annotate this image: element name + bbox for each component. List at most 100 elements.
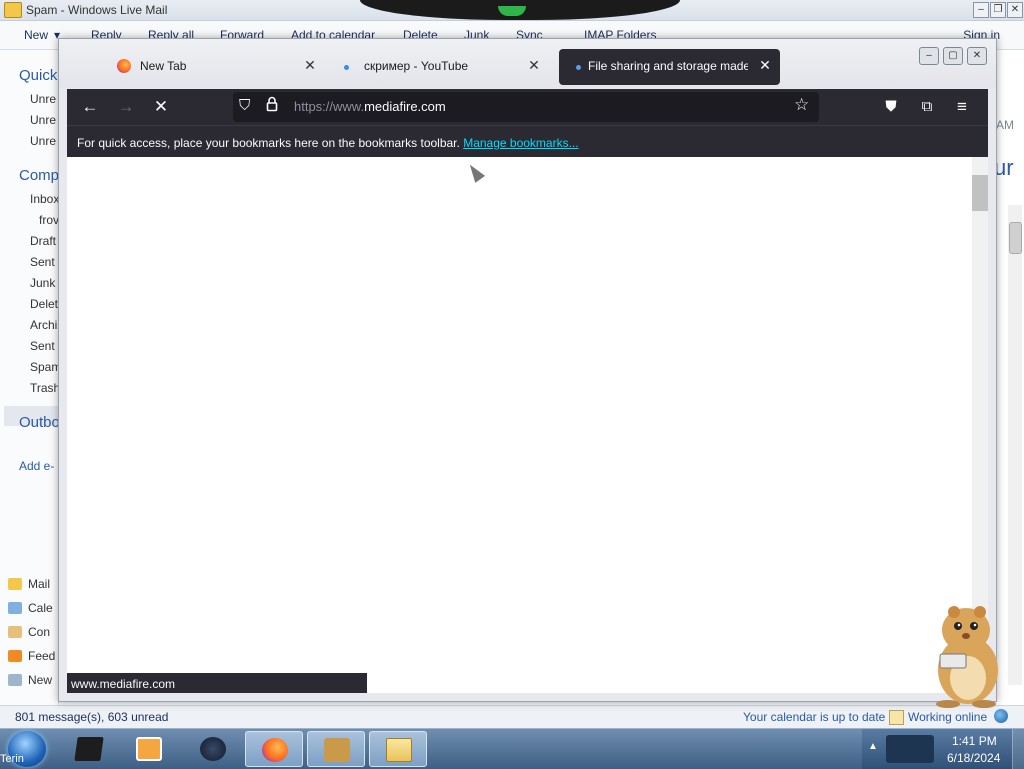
status-url: www.mediafire.com xyxy=(71,677,176,691)
extensions-icon[interactable]: ⧉ xyxy=(913,93,941,121)
tab-mediafire[interactable]: File sharing and storage made s ✕ xyxy=(559,49,780,85)
bookmarks-hint: For quick access, place your bookmarks h… xyxy=(77,136,579,150)
quick-view-item[interactable]: Unre xyxy=(30,134,56,148)
contacts-icon xyxy=(8,626,22,638)
folder-item[interactable]: Draft xyxy=(30,234,56,248)
quick-view-item[interactable]: Unre xyxy=(30,92,56,106)
menu-icon[interactable]: ≡ xyxy=(948,93,976,121)
start-label: Terin xyxy=(0,753,24,765)
forward-arrow-icon[interactable]: → xyxy=(112,93,140,121)
url-host: mediafire.com xyxy=(364,99,446,114)
folder-item[interactable]: Sent xyxy=(30,339,55,353)
clock-date[interactable]: 6/18/2024 xyxy=(947,751,1000,765)
feeds-icon xyxy=(8,650,22,662)
nav-mail[interactable]: Mail xyxy=(8,577,58,595)
mail-app-icon xyxy=(4,2,22,18)
folder-item[interactable]: Sent xyxy=(30,255,55,269)
folder-item[interactable]: frov xyxy=(39,213,58,227)
reading-pane-scrollbar[interactable] xyxy=(1008,205,1022,685)
folder-item[interactable]: Archi xyxy=(30,318,57,332)
bookmarks-toolbar: For quick access, place your bookmarks h… xyxy=(67,125,988,158)
pocket-icon[interactable]: ⛊ xyxy=(877,93,905,121)
folder-item[interactable]: Inbox xyxy=(30,192,58,206)
folder-item[interactable]: Junk xyxy=(30,276,55,290)
nav-feeds[interactable]: Feed xyxy=(8,649,58,667)
folder-item[interactable]: Trash xyxy=(30,381,58,395)
url-text[interactable]: https://www.mediafire.com xyxy=(294,99,446,114)
mail-window-title: Spam - Windows Live Mail xyxy=(26,3,168,17)
firefox-icon xyxy=(117,59,131,73)
new-button[interactable]: New xyxy=(24,28,48,42)
calendar-icon xyxy=(889,710,904,725)
loading-dot-icon xyxy=(344,65,349,70)
close-tab-icon[interactable]: ✕ xyxy=(757,57,773,73)
show-desktop-button[interactable] xyxy=(1012,729,1024,769)
shield-icon[interactable]: ⛉ xyxy=(239,97,250,114)
taskbar-app-mail[interactable] xyxy=(369,731,427,767)
taskbar-app-firefox[interactable] xyxy=(245,731,303,767)
nav-contacts[interactable]: Con xyxy=(8,625,58,643)
address-bar[interactable]: ⛉ https://www.mediafire.com ☆ xyxy=(233,92,819,122)
back-arrow-icon[interactable]: ← xyxy=(76,93,104,121)
online-status[interactable]: Working online xyxy=(908,710,987,724)
lock-icon[interactable] xyxy=(266,96,278,112)
taskbar-app-terminal[interactable] xyxy=(60,731,118,767)
globe-icon xyxy=(994,709,1008,723)
clock-time[interactable]: 1:41 PM xyxy=(952,734,997,748)
folder-item-spam[interactable]: Spam xyxy=(30,360,58,374)
url-scheme: https://www. xyxy=(294,99,365,114)
globe-icon xyxy=(200,737,226,761)
mail-icon xyxy=(8,578,22,590)
tab-label: File sharing and storage made s xyxy=(588,59,748,73)
media-player-icon xyxy=(136,737,162,761)
nav-calendar[interactable]: Cale xyxy=(8,601,58,619)
browser-window: New Tab ✕ скример - YouTube ✕ File shari… xyxy=(58,38,997,702)
taskbar: Terin ▲ 1:41 PM 6/18/2024 xyxy=(0,728,1024,769)
bookmarks-hint-text: For quick access, place your bookmarks h… xyxy=(77,136,460,150)
stop-loading-icon[interactable]: ✕ xyxy=(147,93,175,121)
quick-view-item[interactable]: Unre xyxy=(30,113,56,127)
outbox-heading[interactable]: Outbo xyxy=(19,414,58,431)
mail-statusbar: 801 message(s), 603 unread Your calendar… xyxy=(0,705,1024,729)
navigation-toolbar: ← → ✕ ⛉ https://www.mediafire.com ☆ ⛊ ⧉ … xyxy=(67,89,988,125)
hamster-icon xyxy=(324,738,350,762)
manage-bookmarks-link[interactable]: Manage bookmarks... xyxy=(463,136,578,150)
tab-new-tab[interactable]: New Tab ✕ xyxy=(103,49,325,85)
add-email-account-link[interactable]: Add e- xyxy=(19,459,54,473)
dark-box-icon xyxy=(74,737,104,761)
nav-newsgroups[interactable]: New xyxy=(8,673,58,691)
tab-strip: New Tab ✕ скример - YouTube ✕ File shari… xyxy=(59,39,996,88)
page-content[interactable] xyxy=(67,157,972,693)
close-tab-icon[interactable]: ✕ xyxy=(526,57,542,73)
tab-label: New Tab xyxy=(140,59,187,73)
tab-youtube[interactable]: скример - YouTube ✕ xyxy=(327,49,549,85)
close-icon[interactable]: ✕ xyxy=(1007,2,1023,18)
mail-icon xyxy=(386,738,412,762)
computer-heading[interactable]: Comp xyxy=(19,167,58,184)
folder-item[interactable]: Delet xyxy=(30,297,58,311)
mail-folder-pane: Quick Unre Unre Unre Comp Inbox frov Dra… xyxy=(0,50,59,728)
loading-dot-icon xyxy=(576,65,581,70)
reading-pane-scroll-thumb[interactable] xyxy=(1009,222,1022,254)
tab-label: скример - YouTube xyxy=(364,59,469,73)
minimize-icon[interactable]: – xyxy=(919,47,939,65)
maximize-icon[interactable]: ▢ xyxy=(943,47,963,65)
newsgroups-icon xyxy=(8,674,22,686)
firefox-icon xyxy=(262,738,288,762)
bookmark-star-icon[interactable]: ☆ xyxy=(794,95,809,115)
network-icon[interactable] xyxy=(886,735,934,763)
show-hidden-icons-icon[interactable]: ▲ xyxy=(868,741,878,752)
quick-views-heading[interactable]: Quick xyxy=(19,67,57,84)
page-scroll-thumb[interactable] xyxy=(972,175,988,211)
message-count: 801 message(s), 603 unread xyxy=(15,710,169,724)
message-time-fragment: AM xyxy=(996,118,1014,132)
close-icon[interactable]: ✕ xyxy=(967,47,987,65)
close-tab-icon[interactable]: ✕ xyxy=(302,57,318,73)
restore-icon[interactable]: ❐ xyxy=(990,2,1006,18)
taskbar-app-media-player[interactable] xyxy=(120,731,178,767)
calendar-status: Your calendar is up to date xyxy=(743,710,886,724)
link-status-popup: www.mediafire.com xyxy=(67,673,367,693)
taskbar-app-bonzi[interactable] xyxy=(307,731,365,767)
minimize-icon[interactable]: – xyxy=(973,2,989,18)
taskbar-app-browser-2[interactable] xyxy=(184,731,242,767)
